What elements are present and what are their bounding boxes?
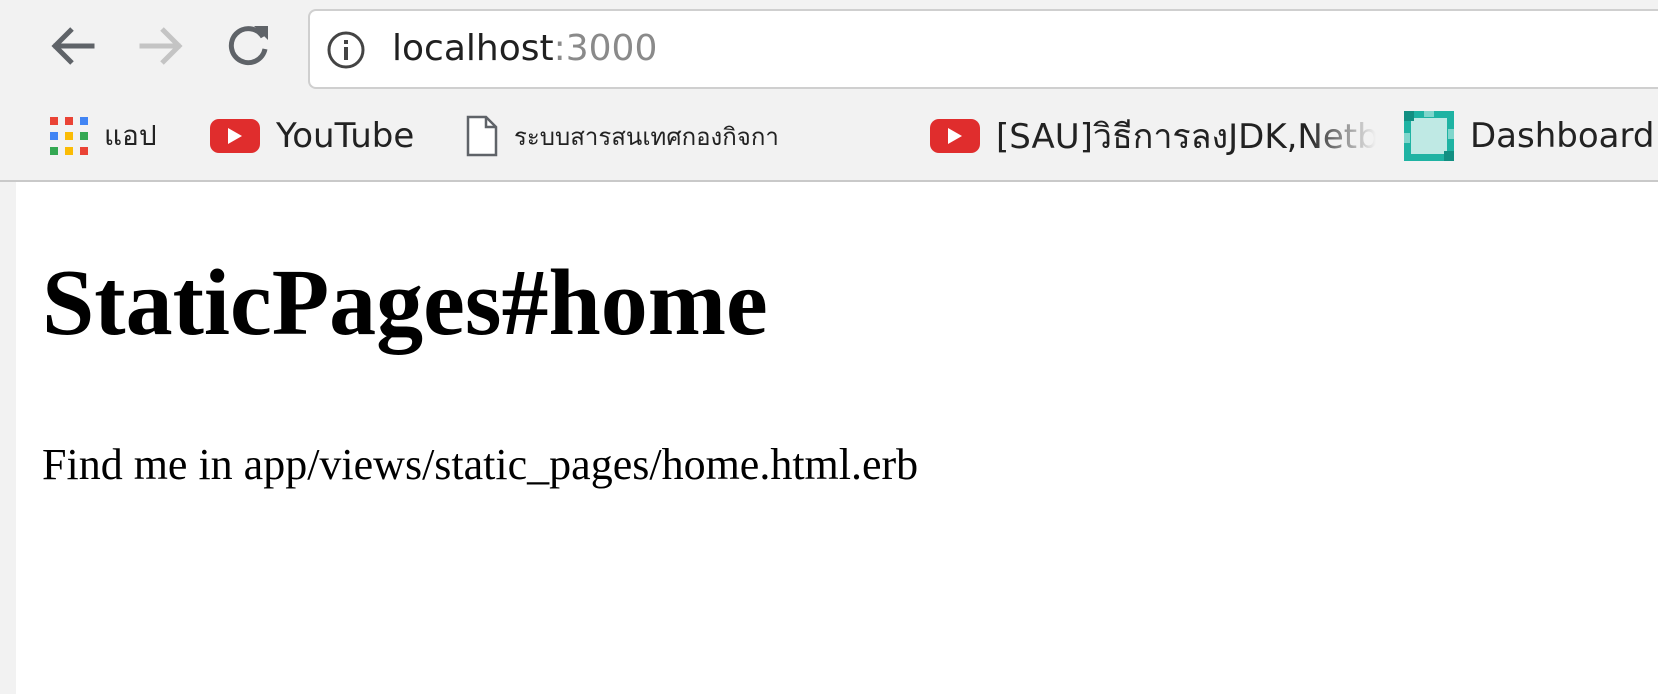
url-host: localhost — [392, 28, 554, 69]
youtube-icon — [210, 119, 260, 153]
reload-button[interactable] — [220, 18, 276, 74]
browser-window: localhost:3000 แอป YouTube ระบบสารสนเทศก… — [0, 0, 1658, 694]
bookmark-sau[interactable]: [SAU]วิธีการลงJDK,Netb — [930, 112, 1376, 160]
url-text[interactable]: localhost:3000 — [392, 25, 657, 73]
document-icon — [466, 115, 498, 157]
bookmark-apps[interactable]: แอป — [50, 112, 157, 160]
bookmark-youtube[interactable]: YouTube — [210, 112, 414, 160]
bookmark-label: YouTube — [276, 116, 415, 156]
bookmark-document[interactable]: ระบบสารสนเทศกองกิจกา — [466, 112, 924, 160]
info-icon[interactable] — [326, 30, 366, 70]
bookmark-dashboard[interactable]: Dashboard — [1404, 111, 1655, 161]
page-content: StaticPages#home Find me in app/views/st… — [0, 182, 1658, 694]
youtube-icon — [930, 119, 980, 153]
bookmark-label: ระบบสารสนเทศกองกิจกา — [514, 122, 779, 151]
forward-button[interactable] — [134, 18, 190, 74]
reload-icon — [228, 26, 268, 66]
apps-grid-icon — [50, 117, 88, 155]
bookmark-label: Dashboard — [1470, 116, 1655, 156]
back-button[interactable] — [44, 18, 100, 74]
bookmark-label: แอป — [104, 119, 157, 152]
page-body-text: Find me in app/views/static_pages/home.h… — [42, 440, 919, 489]
address-bar[interactable]: localhost:3000 — [308, 9, 1658, 89]
bookmarks-bar: แอป YouTube ระบบสารสนเทศกองกิจกา [SAU]วิ… — [0, 100, 1658, 172]
browser-chrome: localhost:3000 แอป YouTube ระบบสารสนเทศก… — [0, 0, 1658, 182]
page-title: StaticPages#home — [42, 251, 768, 355]
url-port: :3000 — [553, 28, 658, 69]
dashboard-icon — [1404, 111, 1454, 161]
arrow-right-icon — [139, 27, 183, 65]
bookmark-label: [SAU]วิธีการลงJDK,Netb — [996, 117, 1376, 157]
browser-toolbar: localhost:3000 — [0, 0, 1658, 92]
arrow-left-icon — [51, 27, 95, 65]
